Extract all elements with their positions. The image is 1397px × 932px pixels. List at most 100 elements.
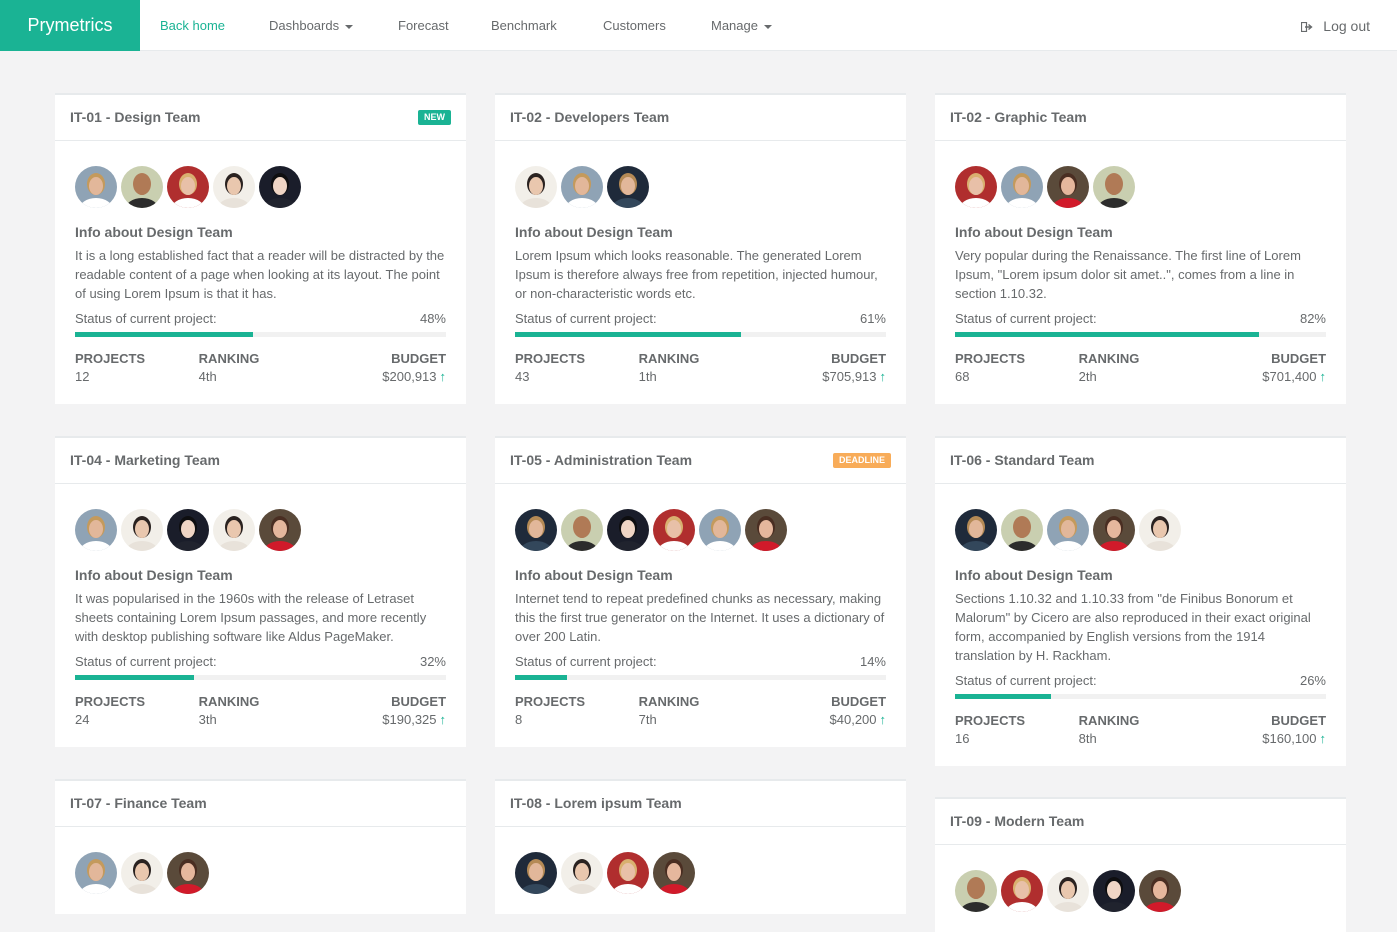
arrow-up-icon: ↑: [879, 712, 887, 727]
team-avatars: [515, 166, 886, 208]
team-stats: PROJECTS 43 RANKING 1th BUDGET $705,913 ↑: [515, 351, 886, 384]
avatar[interactable]: [259, 509, 301, 551]
stat-ranking: RANKING 3th: [199, 694, 323, 727]
stat-label: RANKING: [638, 351, 700, 366]
status-percent: 26%: [1299, 673, 1326, 688]
nav-link-label: Back home: [160, 18, 226, 33]
card-title: IT-08 - Lorem ipsum Team: [510, 795, 682, 811]
stat-budget: BUDGET $705,913 ↑: [762, 351, 886, 384]
avatar[interactable]: [75, 852, 117, 894]
card-body: Info about Design Team Very popular durin…: [935, 141, 1346, 404]
avatar[interactable]: [121, 852, 163, 894]
team-stats: PROJECTS 68 RANKING 2th BUDGET $701,400 ↑: [955, 351, 1326, 384]
stat-ranking: RANKING 7th: [639, 694, 763, 727]
avatar[interactable]: [1047, 509, 1089, 551]
stat-value-row: $190,325 ↑: [322, 712, 446, 727]
nav-link-label: Benchmark: [491, 18, 557, 33]
avatar[interactable]: [1139, 870, 1181, 912]
avatar[interactable]: [75, 509, 117, 551]
stat-value: $200,913: [382, 369, 437, 384]
logout-link[interactable]: Log out: [1301, 0, 1370, 51]
avatar[interactable]: [515, 509, 557, 551]
avatar[interactable]: [561, 852, 603, 894]
team-avatars: [75, 852, 446, 894]
stat-label: PROJECTS: [75, 694, 146, 709]
avatar[interactable]: [1001, 166, 1043, 208]
avatar[interactable]: [607, 509, 649, 551]
avatar[interactable]: [607, 852, 649, 894]
avatar[interactable]: [955, 870, 997, 912]
avatar[interactable]: [1093, 870, 1135, 912]
stat-label: PROJECTS: [955, 351, 1026, 366]
info-title: Info about Design Team: [955, 567, 1113, 583]
avatar[interactable]: [515, 166, 557, 208]
avatar[interactable]: [121, 509, 163, 551]
team-avatars: [955, 166, 1326, 208]
avatar[interactable]: [213, 166, 255, 208]
status-row: Status of current project: 26%: [955, 673, 1326, 688]
info-title: Info about Design Team: [75, 224, 233, 240]
card-title: IT-02 - Developers Team: [510, 109, 670, 125]
logout-label: Log out: [1323, 18, 1370, 34]
avatar[interactable]: [259, 166, 301, 208]
stat-label: BUDGET: [391, 694, 447, 709]
avatar[interactable]: [1001, 870, 1043, 912]
nav-link-forecast[interactable]: Forecast: [398, 0, 449, 51]
avatar[interactable]: [1093, 166, 1135, 208]
status-label: Status of current project:: [75, 311, 217, 326]
progress-bar-fill: [515, 675, 567, 680]
stat-value: 68: [955, 369, 970, 384]
avatar[interactable]: [1093, 509, 1135, 551]
team-card: IT-07 - Finance Team: [55, 779, 466, 914]
stat-value: 8: [515, 712, 523, 727]
avatar[interactable]: [1047, 166, 1089, 208]
progress-bar: [515, 675, 886, 680]
avatar[interactable]: [213, 509, 255, 551]
avatar[interactable]: [167, 852, 209, 894]
progress-bar: [515, 332, 886, 337]
avatar[interactable]: [1001, 509, 1043, 551]
card-body: [495, 827, 906, 914]
avatar[interactable]: [121, 166, 163, 208]
avatar[interactable]: [561, 166, 603, 208]
nav-link-manage[interactable]: Manage: [711, 0, 772, 51]
card-body: Info about Design Team Sections 1.10.32 a…: [935, 484, 1346, 766]
stat-value: 12: [75, 369, 90, 384]
card-header: IT-07 - Finance Team: [55, 781, 466, 827]
status-label: Status of current project:: [955, 673, 1097, 688]
avatar[interactable]: [653, 852, 695, 894]
stat-label: PROJECTS: [955, 713, 1026, 728]
caret-down-icon: [345, 24, 354, 29]
nav-link-back-home[interactable]: Back home: [160, 0, 225, 51]
arrow-up-icon: ↑: [1319, 731, 1327, 746]
avatar[interactable]: [515, 852, 557, 894]
card-title: IT-07 - Finance Team: [70, 795, 207, 811]
card-title: IT-04 - Marketing Team: [70, 452, 220, 468]
avatar[interactable]: [75, 166, 117, 208]
info-title: Info about Design Team: [515, 567, 673, 583]
status-label: Status of current project:: [515, 311, 657, 326]
card-title: IT-01 - Design Team: [70, 109, 201, 125]
avatar[interactable]: [167, 509, 209, 551]
stat-value-row: $40,200 ↑: [762, 712, 887, 727]
avatar[interactable]: [955, 509, 997, 551]
avatar[interactable]: [653, 509, 695, 551]
avatar[interactable]: [1047, 870, 1089, 912]
team-stats: PROJECTS 24 RANKING 3th BUDGET $190,325 ↑: [75, 694, 446, 727]
avatar[interactable]: [167, 166, 209, 208]
status-badge: NEW: [418, 110, 451, 125]
avatar[interactable]: [1139, 509, 1181, 551]
brand-logo[interactable]: Prymetrics: [0, 0, 140, 51]
avatar[interactable]: [745, 509, 787, 551]
avatar[interactable]: [607, 166, 649, 208]
stat-value-row: $200,913 ↑: [322, 369, 446, 384]
avatar[interactable]: [955, 166, 997, 208]
nav-link-benchmark[interactable]: Benchmark: [491, 0, 557, 51]
nav-link-customers[interactable]: Customers: [603, 0, 666, 51]
card-header: IT-01 - Design Team NEW: [55, 95, 466, 141]
team-card: IT-06 - Standard Team Info about Design T…: [935, 436, 1346, 766]
avatar[interactable]: [699, 509, 741, 551]
avatar[interactable]: [561, 509, 603, 551]
progress-bar: [955, 332, 1326, 337]
nav-link-dashboards[interactable]: Dashboards: [269, 0, 354, 51]
